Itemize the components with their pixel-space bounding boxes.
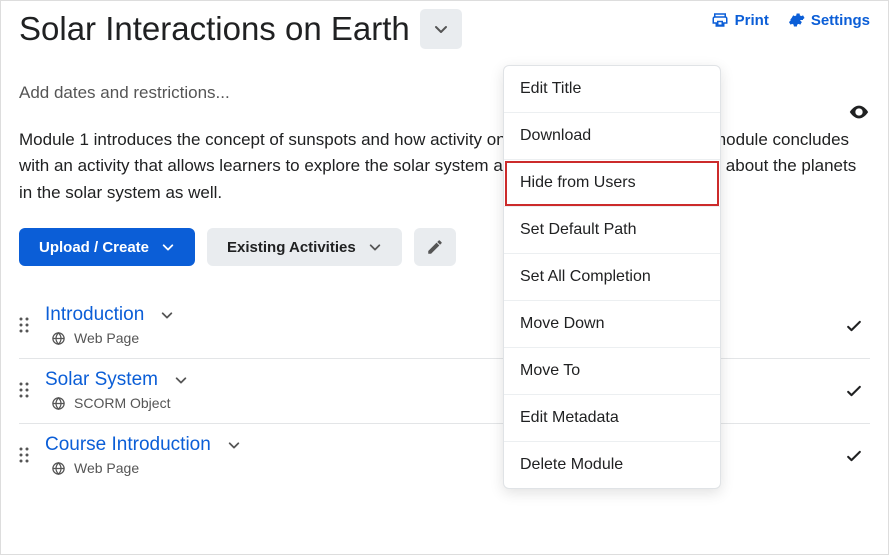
menu-move-to[interactable]: Move To xyxy=(504,348,720,395)
content-item: Course Introduction Web Page xyxy=(19,424,870,488)
content-item: Introduction Web Page xyxy=(19,294,870,359)
chevron-down-icon xyxy=(161,240,175,254)
content-item-type: SCORM Object xyxy=(74,395,170,411)
menu-set-all-completion[interactable]: Set All Completion xyxy=(504,254,720,301)
content-item-title[interactable]: Introduction xyxy=(45,304,144,326)
menu-delete-module[interactable]: Delete Module xyxy=(504,442,720,488)
content-item-type: Web Page xyxy=(74,330,139,346)
module-description: Module 1 introduces the concept of sunsp… xyxy=(19,127,859,206)
existing-activities-button[interactable]: Existing Activities xyxy=(207,228,402,266)
content-item-title[interactable]: Solar System xyxy=(45,369,158,391)
menu-edit-title[interactable]: Edit Title xyxy=(504,66,720,113)
context-menu: Edit Title Download Hide from Users Set … xyxy=(503,65,721,489)
upload-label: Upload / Create xyxy=(39,239,149,256)
gear-icon xyxy=(787,11,805,29)
content-item: Solar System SCORM Object xyxy=(19,359,870,424)
pencil-icon xyxy=(426,238,444,256)
drag-handle-icon[interactable] xyxy=(19,382,37,398)
content-item-type: Web Page xyxy=(74,460,139,476)
page-title: Solar Interactions on Earth xyxy=(19,10,410,48)
settings-label: Settings xyxy=(811,12,870,29)
chevron-down-icon xyxy=(433,21,449,37)
chevron-down-icon[interactable] xyxy=(227,438,241,452)
chevron-down-icon xyxy=(368,240,382,254)
content-item-title[interactable]: Course Introduction xyxy=(45,434,211,456)
drag-handle-icon[interactable] xyxy=(19,447,37,463)
bulk-edit-button[interactable] xyxy=(414,228,456,266)
drag-handle-icon[interactable] xyxy=(19,317,37,333)
globe-icon xyxy=(51,331,66,346)
content-list: Introduction Web Page xyxy=(19,294,870,488)
menu-edit-metadata[interactable]: Edit Metadata xyxy=(504,395,720,442)
globe-icon xyxy=(51,396,66,411)
print-label: Print xyxy=(735,12,769,29)
chevron-down-icon[interactable] xyxy=(174,373,188,387)
title-context-menu-toggle[interactable] xyxy=(420,9,462,49)
menu-download[interactable]: Download xyxy=(504,113,720,160)
print-button[interactable]: Print xyxy=(711,11,769,29)
globe-icon xyxy=(51,461,66,476)
menu-move-down[interactable]: Move Down xyxy=(504,301,720,348)
print-icon xyxy=(711,11,729,29)
existing-label: Existing Activities xyxy=(227,239,356,256)
visibility-icon[interactable] xyxy=(848,101,870,123)
settings-button[interactable]: Settings xyxy=(787,11,870,29)
restrictions-link[interactable]: Add dates and restrictions... xyxy=(19,83,870,103)
menu-set-default-path[interactable]: Set Default Path xyxy=(504,207,720,254)
menu-hide-from-users[interactable]: Hide from Users xyxy=(504,160,720,207)
upload-create-button[interactable]: Upload / Create xyxy=(19,228,195,266)
checkmark-icon xyxy=(844,316,864,336)
checkmark-icon xyxy=(844,381,864,401)
checkmark-icon xyxy=(844,446,864,466)
chevron-down-icon[interactable] xyxy=(160,308,174,322)
